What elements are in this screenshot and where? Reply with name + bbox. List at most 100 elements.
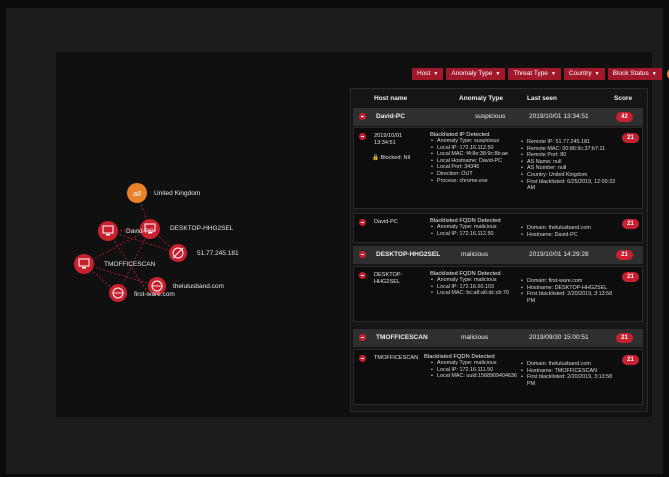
node-label: first-ware.com [134, 291, 175, 298]
detail-item: Local MAC: uuid:1568909404636 [431, 373, 520, 380]
detail-item: Domain: thelulusband.com [521, 225, 616, 232]
host-name: TMOFFICESCAN [376, 334, 428, 341]
detail-item: First blacklisted: 6/25/2019, 12:00:33 A… [521, 179, 616, 192]
caret-down-icon: ▼ [651, 71, 657, 77]
node-label: TMOFFICESCAN [104, 261, 156, 268]
caret-down-icon: ▼ [495, 71, 501, 77]
detail-item: First blacklisted: 2/20/2019, 3:13:58 PM [521, 291, 616, 304]
domain-node-firstware[interactable] [109, 284, 127, 302]
score-badge: 42 [616, 112, 633, 122]
filter-threat-type[interactable]: Threat Type ▼ [508, 68, 561, 80]
detail-item: AS Number: null [521, 165, 616, 172]
detail-left-col: Blacklisted FQDN Detected Anomaly Type: … [430, 218, 518, 237]
score-badge: 21 [616, 250, 633, 260]
filter-label: Host [417, 70, 431, 77]
caret-down-icon: ▼ [433, 71, 439, 77]
detail-item: Process: chrome.exe [431, 178, 518, 185]
globe-node[interactable]: a8 [127, 183, 147, 203]
node-label: United Kingdom [154, 190, 201, 197]
filter-anomaly-type[interactable]: Anomaly Type ▼ [446, 68, 506, 80]
collapse-icon[interactable] [359, 334, 366, 341]
detail-left-col: Blacklisted IP Detected Anomaly Type: su… [430, 132, 518, 184]
last-seen: 2019/10/01 13:34:51 [529, 113, 589, 120]
detail-host: DESKTOP-HHG2SEL [374, 272, 403, 285]
table-header: Host name Anomaly Type Last seen Score [351, 93, 647, 105]
detail-item: Local Hostname: David-PC [431, 158, 518, 165]
collapse-icon[interactable] [359, 251, 366, 258]
detail-item: Local IP: 172.16.112.50 [431, 231, 518, 238]
ip-node[interactable] [169, 244, 187, 262]
filter-label: Country [568, 70, 592, 77]
detail-item: Domain: thelulusband.com [521, 361, 616, 368]
detail-item: Anomaly Type: suspicious [431, 138, 518, 145]
node-label: DESKTOP-HHG2SEL [170, 225, 234, 232]
column-score[interactable]: Score [614, 95, 632, 102]
table-row-group[interactable]: David-PC suspicious 2019/10/01 13:34:51 … [353, 108, 643, 126]
node-label: thelulusband.com [173, 283, 224, 290]
detail-right-col: Domain: first-ware.com Hostname: DESKTOP… [520, 278, 616, 304]
anomaly-type: suspicious [475, 113, 506, 120]
anomaly-detail: David-PC Blacklisted FQDN Detected Anoma… [353, 213, 643, 243]
score-badge: 21 [622, 219, 639, 229]
anomaly-type: malicious [461, 334, 489, 341]
filter-bar: Host ▼ Anomaly Type ▼ Threat Type ▼ Country… [412, 68, 669, 80]
filter-host[interactable]: Host ▼ [412, 68, 444, 80]
collapse-icon[interactable] [359, 272, 366, 279]
detail-item: Domain: first-ware.com [521, 278, 616, 285]
detail-item: Remote IP: 51.77.245.181 [521, 139, 616, 146]
detail-list: Anomaly Type: malicious Local IP: 172.16… [424, 360, 520, 380]
detected-time: 13:34:51 [374, 140, 396, 146]
collapse-icon[interactable] [359, 355, 366, 362]
column-anomaly-type[interactable]: Anomaly Type [459, 95, 503, 102]
detail-item: Remote Port: 80 [521, 152, 616, 159]
detail-list: Remote IP: 51.77.245.181 Remote MAC: 00:… [520, 139, 616, 192]
caret-down-icon: ▼ [550, 71, 556, 77]
block-status: 🔒 Blocked: Nil [372, 155, 410, 162]
detail-right-col: Domain: thelulusband.com Hostname: TMOFF… [520, 361, 616, 387]
score-badge: 21 [622, 355, 639, 365]
column-last-seen[interactable]: Last seen [527, 95, 557, 102]
node-label: 51.77.245.181 [197, 250, 239, 257]
last-seen: 2019/10/01 14:29:28 [529, 251, 589, 258]
table-row-group[interactable]: DESKTOP-HHG2SEL malicious 2019/10/01 14:… [353, 246, 643, 264]
host-name: David-PC [376, 113, 405, 120]
last-seen: 2019/09/30 15:00:51 [529, 334, 589, 341]
detected-date: 2019/10/01 [374, 133, 402, 139]
lock-icon: 🔒 [372, 155, 379, 161]
collapse-icon[interactable] [359, 113, 366, 120]
detail-list: Domain: thelulusband.com Hostname: TMOFF… [520, 361, 616, 387]
svg-text:a8: a8 [133, 191, 141, 198]
detail-list: Anomaly Type: malicious Local IP: 172.16… [430, 224, 518, 237]
detail-item: Hostname: David-PC [521, 232, 616, 239]
blocked-label: Blocked: Nil [380, 155, 411, 161]
collapse-icon[interactable] [359, 133, 366, 140]
host-name: DESKTOP-HHG2SEL [376, 251, 441, 258]
detail-item: Anomaly Type: malicious [431, 224, 518, 231]
detail-right-col: Domain: thelulusband.com Hostname: David… [520, 225, 616, 238]
computer-node-tmofficescan[interactable] [74, 254, 94, 274]
node-label: David-PC [126, 228, 154, 235]
detail-list: Anomaly Type: suspicious Local IP: 172.1… [430, 138, 518, 184]
detail-right-col: Remote IP: 51.77.245.181 Remote MAC: 00:… [520, 139, 616, 192]
score-badge: 21 [622, 272, 639, 282]
computer-node-david[interactable] [98, 221, 118, 241]
filter-label: Anomaly Type [451, 70, 493, 77]
detail-item: Local IP: 172.16.111.50 [431, 367, 520, 374]
detail-item: Hostname: DESKTOP-HHG2SEL [521, 285, 616, 292]
table-row-group[interactable]: TMOFFICESCAN malicious 2019/09/30 15:00:… [353, 329, 643, 347]
collapse-icon[interactable] [359, 219, 366, 226]
filter-label: Block Status [612, 70, 649, 77]
column-host-name[interactable]: Host name [374, 95, 407, 102]
graph-edges [83, 192, 179, 294]
filter-block-status[interactable]: Block Status ▼ [607, 68, 662, 80]
detail-item: Anomaly Type: malicious [431, 277, 518, 284]
detail-item: Remote MAC: 00:86:9c:37:b7:11 [521, 146, 616, 153]
detail-list: Anomaly Type: malicious Local IP: 172.16… [430, 277, 518, 297]
filter-country[interactable]: Country ▼ [563, 68, 605, 80]
detail-item: Local MAC: f4:8e:38:9c:8b:ae [431, 151, 518, 158]
detail-left-col: Blacklisted FQDN Detected Anomaly Type: … [430, 271, 518, 297]
detail-item: First blacklisted: 2/20/2019, 3:13:58 PM [521, 374, 616, 387]
detail-item: Anomaly Type: malicious [431, 360, 520, 367]
anomaly-detail: 2019/10/01 13:34:51 🔒 Blocked: Nil Black… [353, 127, 643, 209]
anomaly-type: malicious [461, 251, 489, 258]
